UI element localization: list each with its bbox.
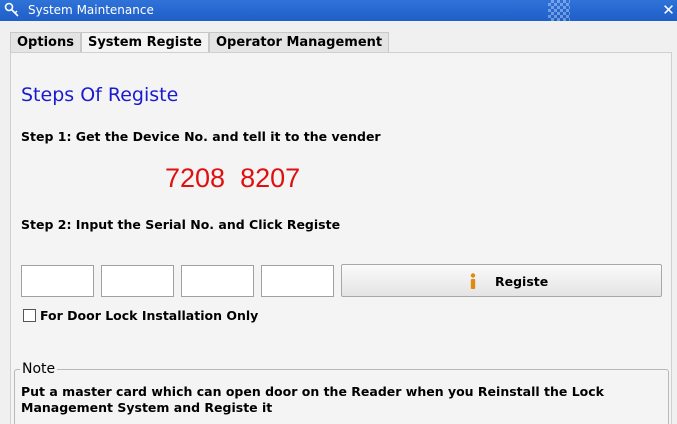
tab-bar: Options System Registe Operator Manageme… <box>10 32 390 52</box>
serial-input-1[interactable] <box>21 265 94 297</box>
page-title: Steps Of Registe <box>21 84 179 106</box>
door-lock-checkbox-label[interactable]: For Door Lock Installation Only <box>40 308 258 323</box>
registe-button-label: Registe <box>495 274 549 289</box>
serial-input-3[interactable] <box>181 265 254 297</box>
registe-button[interactable]: Registe <box>341 264 662 297</box>
device-number: 7208 8207 <box>165 163 301 193</box>
tab-system-registe[interactable]: System Registe <box>80 32 209 52</box>
door-lock-checkbox[interactable] <box>23 309 36 322</box>
tab-options-label: Options <box>17 35 74 50</box>
note-legend: Note <box>20 361 58 377</box>
note-text: Put a master card which can open door on… <box>21 384 604 415</box>
title-bar: System Maintenance ✕ <box>0 0 677 21</box>
step-2-text: Step 2: Input the Serial No. and Click R… <box>21 217 341 232</box>
tab-options[interactable]: Options <box>10 32 81 52</box>
info-icon <box>470 273 476 289</box>
serial-input-2[interactable] <box>101 265 174 297</box>
titlebar-pattern <box>548 0 570 21</box>
close-button[interactable]: ✕ <box>660 0 677 21</box>
key-icon <box>4 2 19 17</box>
step-1-text: Step 1: Get the Device No. and tell it t… <box>21 129 381 144</box>
window-title: System Maintenance <box>28 3 154 17</box>
serial-input-4[interactable] <box>261 265 334 297</box>
tab-operator-management[interactable]: Operator Management <box>209 32 390 52</box>
tab-system-registe-label: System Registe <box>87 35 202 50</box>
tab-operator-management-label: Operator Management <box>216 35 383 50</box>
